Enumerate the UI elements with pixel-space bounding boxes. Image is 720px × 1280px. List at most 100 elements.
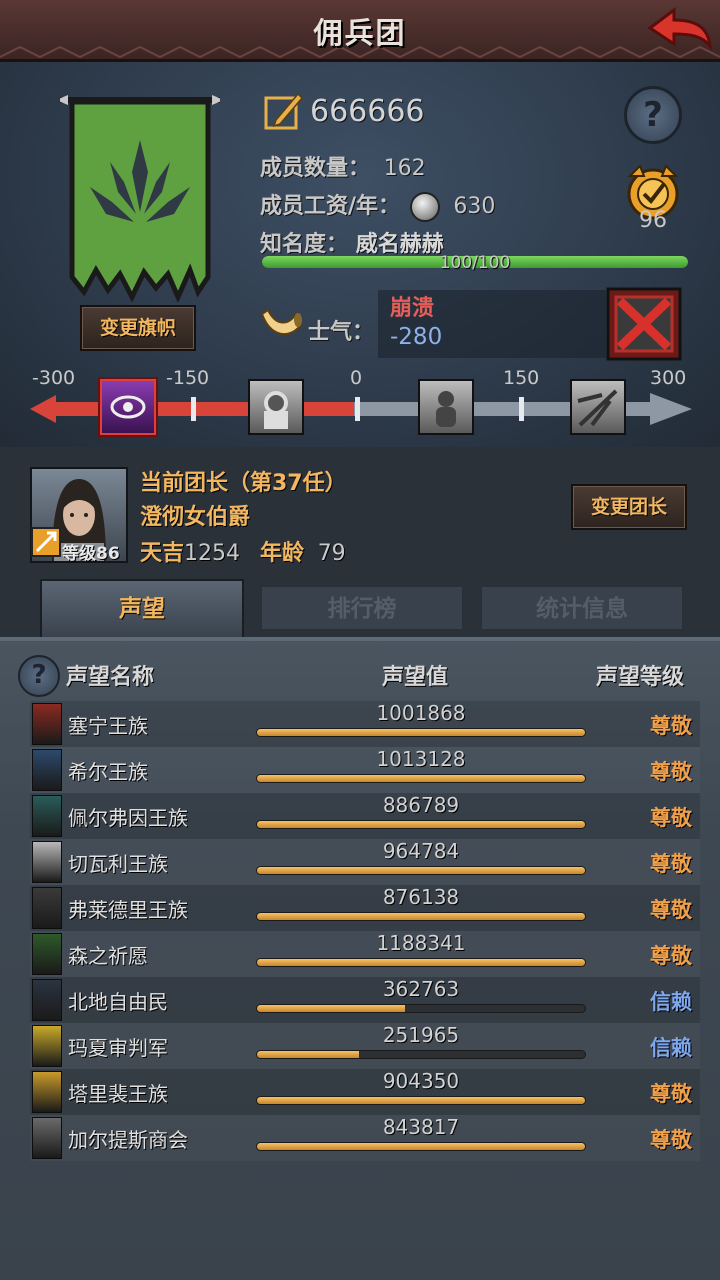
captain-luck: 天吉1254 — [140, 535, 240, 567]
captain-name: 澄彻女伯爵 — [140, 505, 251, 530]
teal-castle-icon — [32, 795, 62, 837]
reputation-value: 1188341 — [376, 931, 466, 955]
chevron-icon — [32, 1025, 62, 1067]
reputation-bar-fill — [257, 821, 585, 828]
morale-value: -280 — [390, 324, 443, 350]
company-panel: 变更旗帜 666666 ? 成员数量： 162 成员工资/年： 630 知名度：… — [0, 62, 720, 447]
faction-row[interactable]: 玛夏审判军 251965 信赖 — [30, 1023, 700, 1069]
crown-icon — [32, 1071, 62, 1113]
morale-charge-icon[interactable] — [570, 379, 626, 435]
luck-label: 天吉 — [140, 541, 185, 566]
reputation-level: 尊敬 — [650, 1128, 692, 1152]
reputation-bar-fill — [257, 775, 585, 782]
reputation-bar — [256, 820, 586, 829]
captain-section: 等级86 当前团长（第37任） 澄彻女伯爵 天吉1254 年龄 79 变更团长 … — [0, 447, 720, 637]
faction-name: 加尔提斯商会 — [68, 1128, 188, 1152]
axe-icon — [32, 979, 62, 1021]
reputation-level: 信赖 — [650, 1036, 692, 1060]
reputation-value: 1001868 — [376, 701, 466, 725]
reputation-level: 信赖 — [650, 990, 692, 1014]
reputation-bar-fill — [257, 913, 585, 920]
captain-level: 等级86 — [62, 544, 120, 564]
faction-row[interactable]: 弗莱德里王族 876138 尊敬 — [30, 885, 700, 931]
reputation-help-button[interactable]: ? — [18, 655, 60, 697]
scale-label-low: -150 — [166, 367, 210, 389]
reputation-level: 尊敬 — [650, 852, 692, 876]
morale-panic-icon[interactable] — [100, 379, 156, 435]
age-label: 年龄 — [260, 541, 305, 566]
change-banner-button[interactable]: 变更旗帜 — [80, 305, 196, 351]
reputation-bar-fill — [257, 1005, 405, 1012]
quill-icon — [264, 92, 304, 130]
faction-name: 弗莱德里王族 — [68, 898, 188, 922]
captain-heading: 当前团长（第37任） — [140, 471, 347, 496]
reputation-list: ? 声望名称 声望值 声望等级 塞宁王族 1001868 尊敬 希尔王族 1013128… — [0, 637, 720, 1280]
faction-name: 玛夏审判军 — [68, 1036, 168, 1060]
faction-name: 切瓦利王族 — [68, 852, 168, 876]
reputation-value: 1013128 — [376, 747, 466, 771]
silver-coin-icon — [409, 192, 440, 222]
morale-calm-icon[interactable] — [418, 379, 474, 435]
reputation-bar — [256, 774, 586, 783]
page-title: 佣兵团 — [313, 16, 407, 50]
back-arrow-icon[interactable] — [644, 4, 714, 54]
faction-row[interactable]: 北地自由民 362763 信赖 — [30, 977, 700, 1023]
members-value: 162 — [383, 156, 426, 181]
faction-name: 佩尔弗因王族 — [68, 806, 188, 830]
header-reputation-level: 声望等级 — [596, 665, 685, 690]
reputation-bar — [256, 912, 586, 921]
faction-name: 塞宁王族 — [68, 714, 148, 738]
reputation-value: 886789 — [382, 793, 460, 817]
tab-statistics[interactable]: 统计信息 — [480, 585, 684, 631]
faction-name: 森之祈愿 — [68, 944, 148, 968]
chest-icon — [32, 1117, 62, 1159]
reputation-level: 尊敬 — [650, 760, 692, 784]
company-banner — [60, 95, 220, 302]
faction-row[interactable]: 塞宁王族 1001868 尊敬 — [30, 701, 700, 747]
reputation-bar-fill — [257, 959, 585, 966]
help-button[interactable]: ? — [624, 86, 682, 144]
wage-label: 成员工资/年： — [260, 194, 401, 219]
reputation-value: 904350 — [382, 1069, 460, 1093]
red-crest-icon — [32, 703, 62, 745]
tab-bar: 声望 排行榜 统计信息 — [36, 579, 686, 637]
reputation-bar — [256, 728, 586, 737]
faction-row[interactable]: 佩尔弗因王族 886789 尊敬 — [30, 793, 700, 839]
title-bar: 佣兵团 — [0, 0, 720, 62]
morale-scale: -300 -150 0 150 300 — [0, 367, 720, 447]
header-faction-name: 声望名称 — [66, 665, 155, 690]
wage-value: 630 — [453, 194, 496, 219]
morale-state: 崩溃 — [390, 296, 435, 321]
reputation-value: 362763 — [382, 977, 460, 1001]
faction-row[interactable]: 加尔提斯商会 843817 尊敬 — [30, 1115, 700, 1161]
header-reputation-value: 声望值 — [382, 665, 449, 690]
reputation-bar — [256, 1004, 586, 1013]
faction-row[interactable]: 切瓦利王族 964784 尊敬 — [30, 839, 700, 885]
faction-row[interactable]: 希尔王族 1013128 尊敬 — [30, 747, 700, 793]
archer-class-icon — [31, 527, 61, 557]
scales-icon — [32, 841, 62, 883]
faction-row[interactable]: 塔里裴王族 904350 尊敬 — [30, 1069, 700, 1115]
reputation-bar — [256, 958, 586, 967]
morale-label: 士气： — [308, 320, 375, 345]
reputation-bar-fill — [257, 729, 585, 736]
reputation-value: 876138 — [382, 885, 460, 909]
morale-fear-icon[interactable] — [248, 379, 304, 435]
gold-value: 666666 — [310, 94, 425, 129]
scale-label-high: 150 — [503, 367, 540, 389]
rank-badge-value: 96 — [639, 208, 667, 233]
faction-name: 希尔王族 — [68, 760, 148, 784]
tab-reputation[interactable]: 声望 — [40, 579, 244, 637]
reputation-level: 尊敬 — [650, 898, 692, 922]
members-label: 成员数量： — [260, 156, 371, 181]
scale-label-max: 300 — [650, 367, 687, 389]
faction-row[interactable]: 森之祈愿 1188341 尊敬 — [30, 931, 700, 977]
reputation-value: 843817 — [382, 1115, 460, 1139]
reputation-level: 尊敬 — [650, 944, 692, 968]
change-captain-button[interactable]: 变更团长 — [571, 484, 687, 530]
wage-row: 成员工资/年： 630 — [260, 188, 495, 222]
blue-arch-icon — [32, 749, 62, 791]
faction-name: 塔里裴王族 — [68, 1082, 168, 1106]
broken-morale-icon[interactable] — [606, 287, 682, 361]
tab-ranking[interactable]: 排行榜 — [260, 585, 464, 631]
